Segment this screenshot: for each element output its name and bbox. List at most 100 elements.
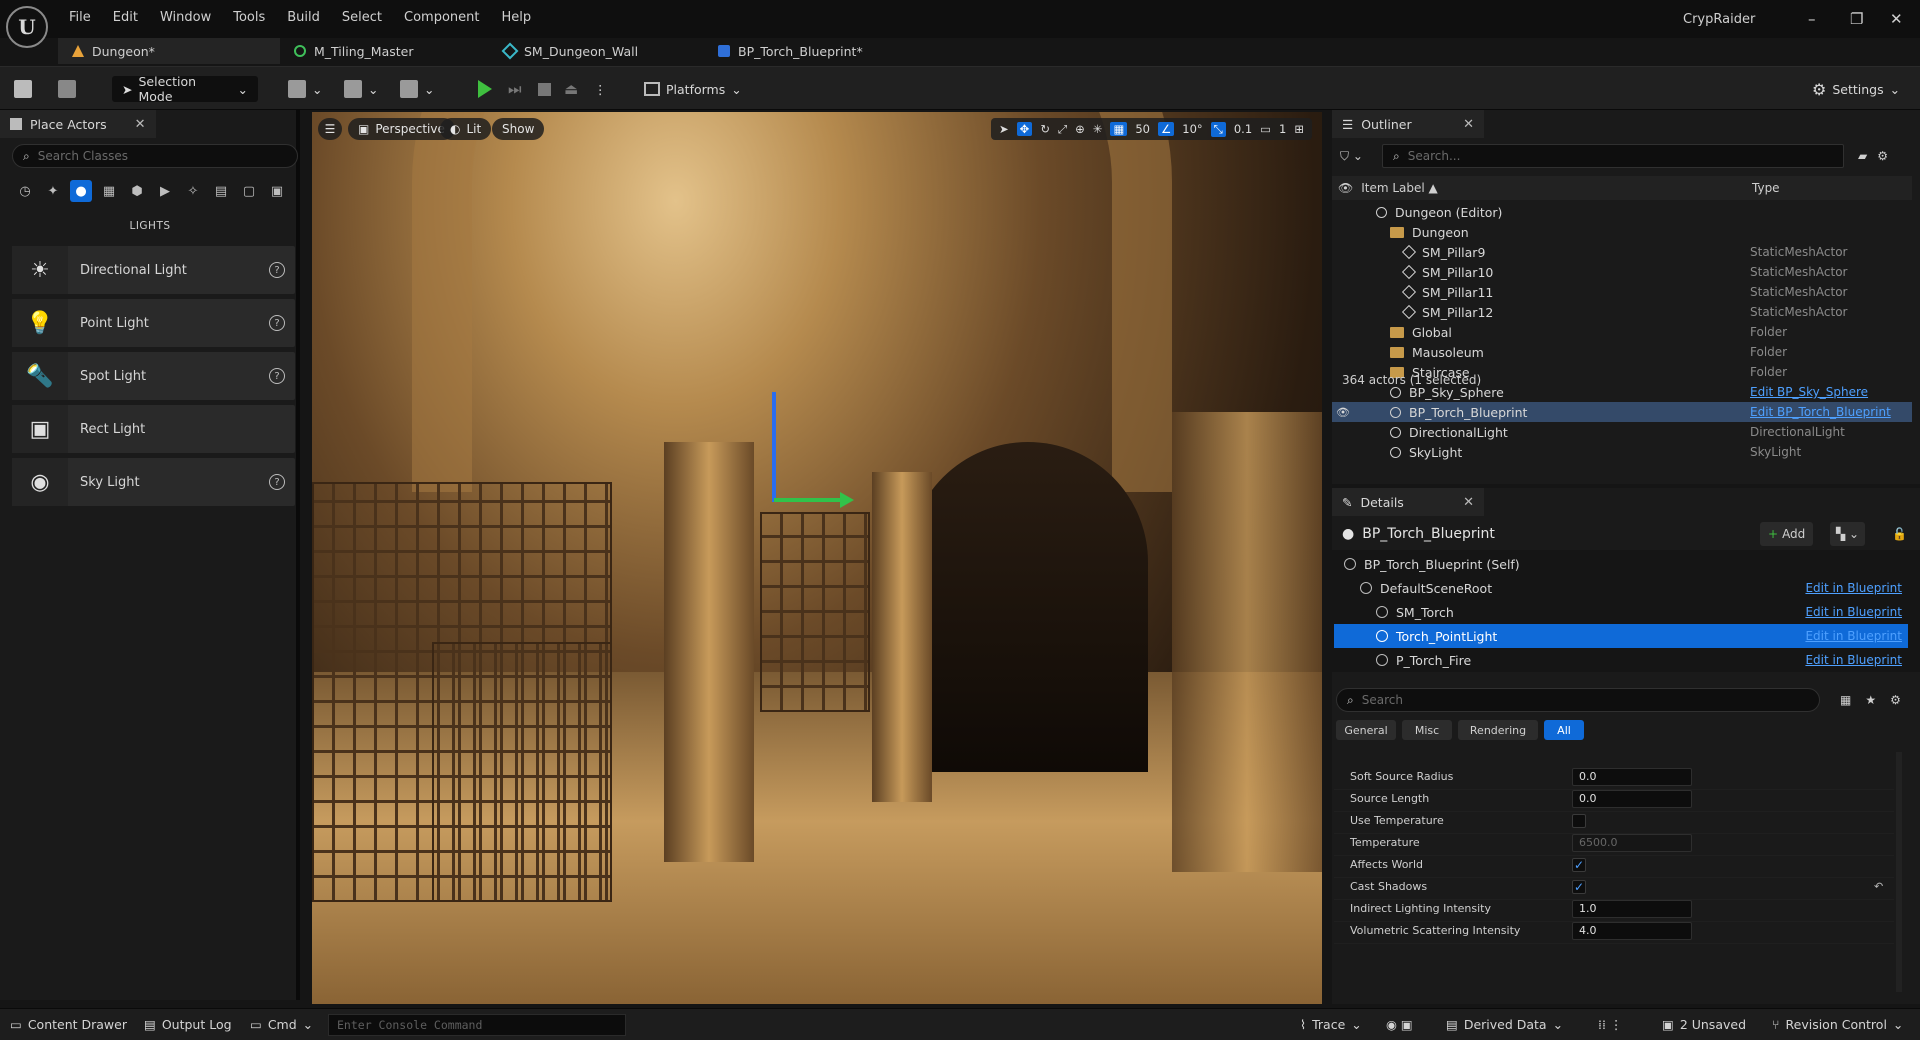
menu-select[interactable]: Select bbox=[331, 10, 393, 25]
property-checkbox[interactable] bbox=[1572, 813, 1586, 828]
component-row[interactable]: DefaultSceneRoot Edit in Blueprint bbox=[1334, 576, 1908, 600]
gear-icon[interactable]: ⚙ bbox=[1890, 693, 1901, 707]
component-row[interactable]: P_Torch_Fire Edit in Blueprint bbox=[1334, 648, 1908, 672]
grid-snap-value[interactable]: 50 bbox=[1135, 122, 1150, 136]
outliner-row[interactable]: Global Folder bbox=[1332, 322, 1912, 342]
outliner-row[interactable]: SM_Pillar11 StaticMeshActor bbox=[1332, 282, 1912, 302]
actor-point-light[interactable]: 💡 Point Light ? bbox=[12, 299, 295, 347]
performance-button[interactable]: ⁞⁞ ⋮ bbox=[1598, 1017, 1622, 1032]
select-tool-icon[interactable]: ➤ bbox=[999, 122, 1009, 136]
blueprint-options-button[interactable]: ▚ ⌄ bbox=[1830, 522, 1866, 546]
rotation-snap-value[interactable]: 10° bbox=[1182, 122, 1202, 136]
menu-tools[interactable]: Tools bbox=[222, 10, 276, 25]
visual-effects-icon[interactable]: ▶ bbox=[154, 180, 176, 202]
property-checkbox[interactable]: ✓ bbox=[1572, 879, 1586, 894]
camera-speed-value[interactable]: 1 bbox=[1279, 122, 1286, 136]
selection-mode-dropdown[interactable]: ➤ Selection Mode ⌄ bbox=[112, 74, 258, 104]
console-input[interactable]: Enter Console Command bbox=[328, 1014, 626, 1036]
unsaved-button[interactable]: ▣ 2 Unsaved bbox=[1662, 1017, 1746, 1032]
volumes-icon[interactable]: ✧ bbox=[182, 180, 204, 202]
viewport-menu-button[interactable]: ☰ bbox=[318, 118, 342, 140]
viewport-layout-icon[interactable]: ⊞ bbox=[1294, 122, 1304, 136]
menu-file[interactable]: File bbox=[58, 10, 102, 25]
save-button[interactable] bbox=[14, 76, 32, 102]
actor-spot-light[interactable]: 🔦 Spot Light ? bbox=[12, 352, 295, 400]
shapes-icon[interactable]: ▦ bbox=[98, 180, 120, 202]
placeables-icon[interactable]: ▣ bbox=[266, 180, 288, 202]
actor-rect-light[interactable]: ▣ Rect Light bbox=[12, 405, 295, 453]
scale-snap-value[interactable]: 0.1 bbox=[1234, 122, 1252, 136]
cinematics-button[interactable]: ⌄ bbox=[400, 76, 434, 102]
outliner-row[interactable]: 👁 BP_Torch_Blueprint Edit BP_Torch_Bluepri… bbox=[1332, 402, 1912, 422]
component-row[interactable]: Torch_PointLight Edit in Blueprint bbox=[1334, 624, 1908, 648]
reset-to-default-icon[interactable]: ↶ bbox=[1874, 880, 1883, 893]
all-classes-icon[interactable]: ▢ bbox=[238, 180, 260, 202]
geometry-icon[interactable]: ▤ bbox=[210, 180, 232, 202]
menu-edit[interactable]: Edit bbox=[102, 10, 149, 25]
visibility-icon[interactable]: 👁 bbox=[1336, 406, 1358, 419]
basic-icon[interactable]: ✦ bbox=[42, 180, 64, 202]
property-value-input[interactable]: 4.0 bbox=[1572, 921, 1692, 940]
outliner-row[interactable]: Dungeon (Editor) bbox=[1332, 202, 1912, 222]
help-icon[interactable]: ? bbox=[269, 315, 285, 331]
scale-snap-icon[interactable]: ⤡ bbox=[1210, 121, 1226, 137]
tab-outliner[interactable]: ☰ Outliner ✕ bbox=[1332, 110, 1484, 138]
actor-directional-light[interactable]: ☀ Directional Light ? bbox=[12, 246, 295, 294]
scale-tool-icon[interactable]: ⤢ bbox=[1058, 122, 1067, 137]
eject-button[interactable]: ⏏ bbox=[564, 76, 578, 102]
output-log-button[interactable]: ▤ Output Log bbox=[144, 1017, 232, 1032]
property-checkbox[interactable]: ✓ bbox=[1572, 857, 1586, 872]
surface-snap-icon[interactable]: ✳ bbox=[1093, 122, 1103, 136]
gizmo-y-axis[interactable] bbox=[774, 498, 844, 502]
minimize-button[interactable]: – bbox=[1808, 10, 1816, 28]
perspective-dropdown[interactable]: ▣ Perspective bbox=[348, 118, 455, 140]
column-type[interactable]: Type bbox=[1752, 181, 1780, 195]
actor-sky-light[interactable]: ◉ Sky Light ? bbox=[12, 458, 295, 506]
outliner-row-type[interactable]: Edit BP_Sky_Sphere bbox=[1750, 385, 1868, 399]
tab-sm-dungeon-wall[interactable]: SM_Dungeon_Wall bbox=[490, 38, 704, 64]
property-value-input[interactable]: 1.0 bbox=[1572, 899, 1692, 918]
filter-rendering[interactable]: Rendering bbox=[1458, 720, 1538, 740]
add-actor-button[interactable]: ⌄ bbox=[288, 76, 322, 102]
gizmo-z-axis[interactable] bbox=[772, 392, 776, 502]
help-icon[interactable]: ? bbox=[269, 368, 285, 384]
show-dropdown[interactable]: Show bbox=[492, 118, 545, 140]
tab-m-tiling-master[interactable]: M_Tiling_Master bbox=[280, 38, 490, 64]
trace-dropdown[interactable]: ⌇ Trace ⌄ bbox=[1300, 1017, 1362, 1032]
unreal-logo-icon[interactable]: U bbox=[6, 6, 48, 48]
record-button[interactable]: ◉ ▣ bbox=[1386, 1017, 1413, 1032]
edit-in-blueprint-link[interactable]: Edit in Blueprint bbox=[1805, 629, 1902, 643]
outliner-row[interactable]: SkyLight SkyLight bbox=[1332, 442, 1912, 462]
edit-in-blueprint-link[interactable]: Edit in Blueprint bbox=[1805, 605, 1902, 619]
tab-place-actors[interactable]: Place Actors ✕ bbox=[0, 110, 156, 138]
grid-snap-icon[interactable]: ▦ bbox=[1110, 122, 1128, 136]
close-icon[interactable]: ✕ bbox=[135, 117, 146, 132]
settings-dropdown[interactable]: ⚙ Settings ⌄ bbox=[1812, 76, 1900, 102]
stop-button[interactable] bbox=[538, 76, 551, 102]
restore-button[interactable]: ❐ bbox=[1850, 10, 1863, 28]
star-icon[interactable]: ★ bbox=[1865, 693, 1876, 707]
cmd-dropdown[interactable]: ▭ Cmd ⌄ bbox=[250, 1017, 313, 1032]
details-scrollbar[interactable] bbox=[1896, 752, 1902, 992]
rotate-tool-icon[interactable]: ↻ bbox=[1040, 122, 1050, 136]
content-browser-button[interactable] bbox=[58, 76, 76, 102]
gear-icon[interactable]: ⚙ bbox=[1877, 149, 1888, 163]
play-button[interactable] bbox=[478, 76, 492, 102]
close-icon[interactable]: ✕ bbox=[1463, 495, 1474, 510]
outliner-row-type[interactable]: Edit BP_Torch_Blueprint bbox=[1750, 405, 1891, 419]
edit-in-blueprint-link[interactable]: Edit in Blueprint bbox=[1805, 581, 1902, 595]
outliner-row[interactable]: SM_Pillar9 StaticMeshActor bbox=[1332, 242, 1912, 262]
translate-tool-icon[interactable]: ✥ bbox=[1016, 122, 1033, 136]
add-component-button[interactable]: + Add bbox=[1760, 522, 1814, 546]
recent-icon[interactable]: ◷ bbox=[14, 180, 36, 202]
lit-dropdown[interactable]: ◐ Lit bbox=[440, 118, 492, 140]
property-value-input[interactable]: 6500.0 bbox=[1572, 833, 1692, 852]
lights-icon[interactable]: ● bbox=[70, 180, 92, 202]
help-icon[interactable]: ? bbox=[269, 474, 285, 490]
play-options-button[interactable]: ⋮ bbox=[594, 76, 607, 102]
tab-bp-torch-blueprint[interactable]: BP_Torch_Blueprint* bbox=[704, 38, 924, 64]
menu-build[interactable]: Build bbox=[276, 10, 331, 25]
filter-general[interactable]: General bbox=[1336, 720, 1396, 740]
edit-in-blueprint-link[interactable]: Edit in Blueprint bbox=[1805, 653, 1902, 667]
close-icon[interactable]: ✕ bbox=[1463, 117, 1474, 132]
